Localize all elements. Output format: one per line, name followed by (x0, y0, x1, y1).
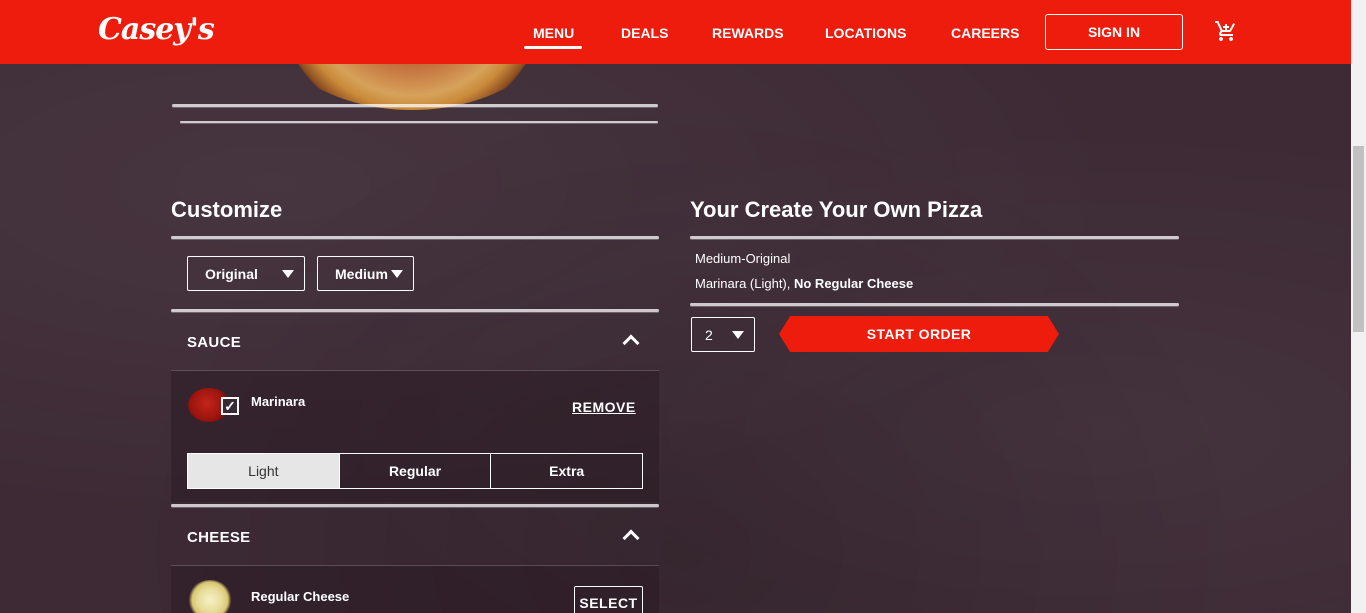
crust-dropdown[interactable]: Original (187, 256, 305, 291)
sauce-regular-option[interactable]: Regular (338, 454, 491, 488)
divider (171, 236, 659, 239)
remove-marinara-button[interactable]: REMOVE (572, 399, 636, 415)
summary-title: Your Create Your Own Pizza (690, 197, 983, 222)
cheese-image (188, 580, 232, 613)
size-value: Medium (335, 265, 388, 282)
chevron-down-icon (732, 331, 744, 339)
quantity-dropdown[interactable]: 2 (691, 317, 755, 352)
nav-rewards[interactable]: REWARDS (712, 25, 784, 41)
summary-toppings: Marinara (Light), No Regular Cheese (695, 276, 913, 291)
chevron-down-icon (282, 270, 294, 278)
regular-cheese-label: Regular Cheese (251, 589, 350, 604)
select-cheese-button[interactable]: SELECT (574, 586, 643, 613)
divider (180, 121, 658, 123)
nav-deals[interactable]: DEALS (621, 25, 668, 41)
scrollbar-thumb[interactable] (1353, 146, 1364, 332)
divider (690, 236, 1179, 239)
caseys-logo[interactable]: Casey's (98, 12, 215, 47)
summary-toppings-bold: No Regular Cheese (793, 276, 914, 291)
divider (171, 309, 659, 312)
divider (171, 504, 659, 507)
chevron-up-icon[interactable] (622, 334, 640, 352)
top-navbar: Casey's MENU DEALS REWARDS LOCATIONS CAR… (0, 0, 1351, 64)
sign-in-button[interactable]: SIGN IN (1045, 14, 1183, 50)
marinara-label: Marinara (251, 394, 306, 409)
sauce-section-header[interactable]: SAUCE (171, 313, 659, 371)
active-nav-indicator (524, 46, 582, 49)
chevron-up-icon[interactable] (622, 529, 640, 547)
customize-title: Customize (171, 197, 283, 222)
quantity-value: 2 (705, 326, 713, 343)
cheese-heading: CHEESE (187, 528, 251, 546)
crust-value: Original (205, 265, 258, 282)
nav-menu[interactable]: MENU (533, 25, 574, 41)
nav-locations[interactable]: LOCATIONS (825, 25, 906, 41)
sauce-heading: SAUCE (187, 333, 242, 351)
start-order-button[interactable]: START ORDER (779, 316, 1059, 352)
summary-toppings-prefix: Marinara (Light), (695, 276, 794, 291)
marinara-checkbox[interactable]: ✓ (221, 397, 239, 415)
divider (172, 104, 658, 107)
divider (690, 303, 1179, 306)
cart-icon[interactable] (1214, 19, 1238, 43)
sauce-extra-option[interactable]: Extra (490, 454, 642, 488)
nav-careers[interactable]: CAREERS (951, 25, 1019, 41)
sauce-amount-selector: Light Regular Extra (187, 453, 643, 489)
chevron-down-icon (391, 270, 403, 278)
page-scrollbar[interactable] (1351, 0, 1366, 613)
cheese-section-header[interactable]: CHEESE (171, 508, 659, 566)
sauce-light-option[interactable]: Light (188, 454, 339, 488)
size-dropdown[interactable]: Medium (317, 256, 414, 291)
summary-size-crust: Medium-Original (695, 251, 791, 266)
